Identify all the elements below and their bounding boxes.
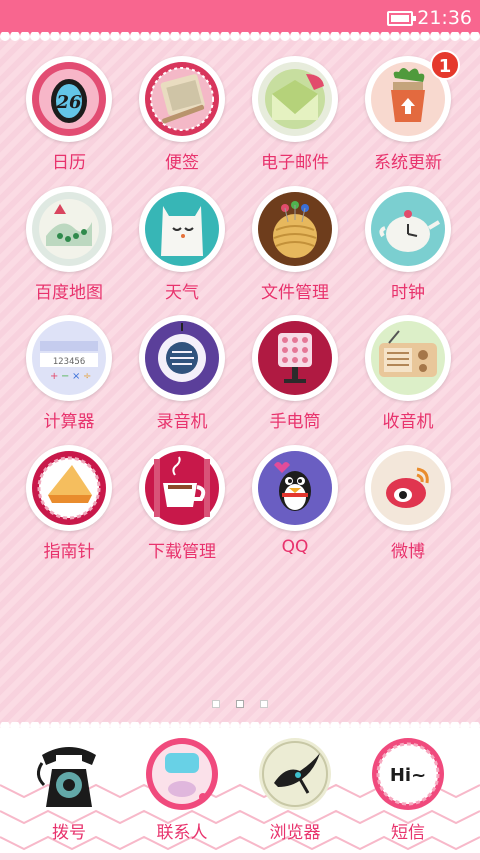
app-compass[interactable]: 指南针 bbox=[13, 445, 125, 573]
app-system-update[interactable]: 1 系统更新 bbox=[352, 50, 464, 184]
lace-border-top bbox=[0, 32, 480, 41]
app-email[interactable]: 电子邮件 bbox=[239, 56, 351, 184]
dock-contacts[interactable]: 联系人 bbox=[126, 735, 238, 860]
app-clock[interactable]: 时钟 bbox=[352, 186, 464, 314]
app-notes[interactable]: 便签 bbox=[126, 56, 238, 184]
app-radio[interactable]: 收音机 bbox=[352, 315, 464, 443]
telephone-icon bbox=[37, 747, 96, 807]
browser-icon bbox=[259, 738, 331, 810]
compass-icon bbox=[26, 445, 112, 531]
app-label: 计算器 bbox=[43, 412, 95, 432]
app-label: 天气 bbox=[165, 283, 199, 303]
app-label: 浏览器 bbox=[269, 823, 321, 843]
app-label: 时钟 bbox=[391, 283, 425, 303]
svg-text:−: − bbox=[61, 371, 69, 382]
app-label: 微博 bbox=[391, 542, 425, 562]
app-download-manager[interactable]: 下载管理 bbox=[126, 445, 238, 573]
app-label: 拨号 bbox=[52, 823, 86, 843]
page-dot bbox=[260, 700, 268, 708]
app-recorder[interactable]: 录音机 bbox=[126, 315, 238, 443]
recorder-icon bbox=[139, 315, 225, 401]
svg-text:×: × bbox=[72, 371, 80, 382]
qq-penguin-icon bbox=[252, 445, 338, 531]
map-icon bbox=[26, 186, 112, 272]
page-dot bbox=[212, 700, 220, 708]
calendar-date: 26 bbox=[55, 92, 82, 113]
app-baidu-map[interactable]: 百度地图 bbox=[13, 186, 125, 314]
weather-icon bbox=[139, 186, 225, 272]
app-label: 下载管理 bbox=[148, 542, 216, 562]
flashlight-icon bbox=[252, 315, 338, 401]
app-label: QQ bbox=[281, 537, 309, 557]
app-label: 录音机 bbox=[156, 412, 208, 432]
dock-dialer[interactable]: 拨号 bbox=[13, 735, 125, 860]
calendar-icon: 26 bbox=[26, 56, 112, 142]
app-label: 日历 bbox=[52, 153, 86, 173]
calculator-icon: 123456 + − × ÷ bbox=[26, 315, 112, 401]
lace-border-dock bbox=[0, 722, 480, 731]
status-bar: 21:36 bbox=[0, 0, 480, 36]
weibo-icon bbox=[365, 445, 451, 531]
app-label: 系统更新 bbox=[374, 153, 442, 173]
clock-icon bbox=[365, 186, 451, 272]
svg-text:123456: 123456 bbox=[53, 357, 86, 367]
svg-text:+: + bbox=[50, 371, 58, 382]
app-label: 便签 bbox=[165, 153, 199, 173]
app-weibo[interactable]: 微博 bbox=[352, 445, 464, 573]
app-flashlight[interactable]: 手电筒 bbox=[239, 315, 351, 443]
dock-browser[interactable]: 浏览器 bbox=[239, 735, 351, 860]
app-calculator[interactable]: 123456 + − × ÷ 计算器 bbox=[13, 315, 125, 443]
battery-icon bbox=[387, 10, 417, 26]
app-label: 电子邮件 bbox=[261, 153, 329, 173]
app-label: 指南针 bbox=[43, 542, 95, 562]
app-label: 百度地图 bbox=[35, 283, 103, 303]
status-time: 21:36 bbox=[417, 7, 472, 29]
svg-text:÷: ÷ bbox=[83, 371, 91, 382]
app-label: 联系人 bbox=[156, 823, 208, 843]
dock-sms[interactable]: Hi~ 短信 bbox=[352, 735, 464, 860]
sms-hi-text: Hi~ bbox=[390, 765, 426, 786]
radio-icon bbox=[365, 315, 451, 401]
file-manager-icon bbox=[252, 186, 338, 272]
app-label: 文件管理 bbox=[261, 283, 329, 303]
notification-badge: 1 bbox=[430, 50, 460, 80]
page-dot-active bbox=[236, 700, 244, 708]
app-weather[interactable]: 天气 bbox=[126, 186, 238, 314]
download-manager-icon bbox=[139, 445, 225, 531]
sms-icon: Hi~ bbox=[372, 738, 444, 810]
email-icon bbox=[252, 56, 338, 142]
app-calendar[interactable]: 26 日历 bbox=[13, 56, 125, 184]
page-indicator bbox=[210, 698, 270, 710]
app-label: 手电筒 bbox=[269, 412, 321, 432]
contacts-icon bbox=[146, 738, 218, 810]
app-label: 收音机 bbox=[382, 412, 434, 432]
notes-icon bbox=[139, 56, 225, 142]
app-qq[interactable]: QQ bbox=[239, 445, 351, 573]
app-label: 短信 bbox=[391, 823, 425, 843]
app-file-manager[interactable]: 文件管理 bbox=[239, 186, 351, 314]
